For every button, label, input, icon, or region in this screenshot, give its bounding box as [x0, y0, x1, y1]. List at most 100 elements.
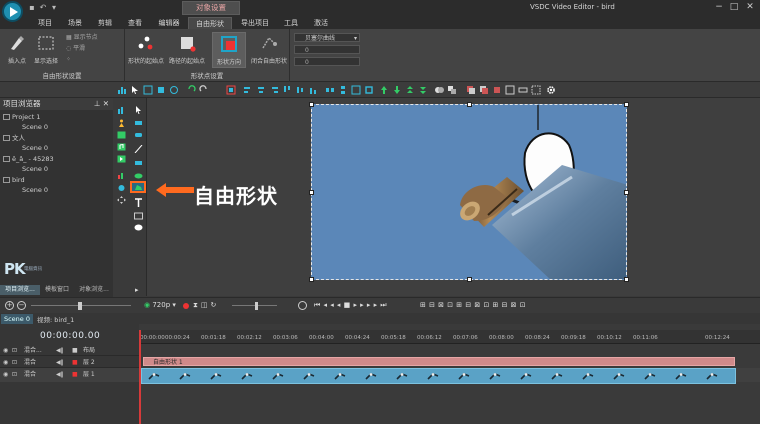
tree-item-scene[interactable]: Scene 0	[22, 123, 48, 131]
align-center-icon[interactable]	[256, 85, 266, 95]
close-free-shape-button[interactable]: 闭合自由形状	[251, 32, 287, 68]
resize-handle-tl[interactable]	[309, 102, 314, 107]
edit-controls[interactable]: ⊞⊟⊠⊡⊞⊟⊠⊡⊞⊟⊠⊡	[420, 301, 529, 309]
resize-handle-bl[interactable]	[309, 277, 314, 282]
tree-item-scene[interactable]: Scene 0	[22, 144, 48, 152]
shape-direction-button[interactable]: 形状方向	[212, 32, 246, 68]
undo-icon[interactable]: ↶	[38, 3, 48, 12]
menu-clip[interactable]: 剪辑	[94, 17, 116, 29]
tab-project-explorer[interactable]: 项目浏览...	[0, 285, 40, 295]
stretch-icon[interactable]	[518, 85, 528, 95]
video-clip-bird[interactable]	[141, 368, 736, 384]
line-tool-icon[interactable]	[134, 145, 143, 153]
timeline-ruler[interactable]: 00:00:00 00:00:24 00:01:18 00:02:12 00:0…	[139, 330, 760, 344]
layer-icon[interactable]	[466, 85, 476, 95]
settings-gear-icon[interactable]	[546, 85, 556, 95]
track-blend[interactable]: 混合	[24, 368, 36, 382]
resize-handle-t[interactable]	[467, 102, 472, 107]
resize-handle-tr[interactable]	[624, 102, 629, 107]
group-icon[interactable]	[434, 85, 444, 95]
record-icon[interactable]	[183, 303, 189, 309]
save-icon[interactable]: ▪	[27, 3, 37, 12]
undo-arrow-icon[interactable]	[186, 85, 196, 95]
zoom-out-icon[interactable]: −	[17, 301, 26, 310]
arrow-up-icon[interactable]	[379, 85, 389, 95]
align-bottom-icon[interactable]	[308, 85, 318, 95]
fit-icon[interactable]	[505, 85, 515, 95]
resize-handle-b[interactable]	[467, 277, 472, 282]
show-selection-button[interactable]: 显示选择	[32, 32, 60, 68]
circle-icon[interactable]	[169, 85, 179, 95]
maximize-icon[interactable]: □	[727, 2, 741, 13]
arrow-top-icon[interactable]	[405, 85, 415, 95]
video-tool-icon[interactable]	[117, 155, 126, 163]
insert-point-button[interactable]: 插入点	[3, 32, 31, 68]
tab-template-window[interactable]: 模板窗口	[41, 285, 73, 295]
shape-start-point-button[interactable]: 形状的起始点	[128, 32, 164, 68]
distribute-v-icon[interactable]	[338, 85, 348, 95]
rounded-rect-tool-icon[interactable]	[134, 131, 143, 139]
align-right-icon[interactable]	[269, 85, 279, 95]
subtitle-tool-icon[interactable]	[134, 212, 143, 220]
menu-export[interactable]: 导出项目	[238, 17, 272, 29]
free-shape-tool[interactable]	[130, 181, 146, 193]
levels-tool-icon[interactable]	[117, 171, 126, 179]
resolution-select[interactable]: ◉ 720p ▾	[144, 301, 176, 309]
show-nodes-option[interactable]: ▦ 显示节点	[66, 33, 98, 42]
clip-name-tab[interactable]: 视频: bird_1	[37, 314, 74, 324]
image-tool-icon[interactable]	[117, 131, 126, 139]
minimize-icon[interactable]: −	[712, 2, 726, 13]
dropdown-icon[interactable]: ▾	[49, 3, 59, 12]
align-middle-icon[interactable]	[295, 85, 305, 95]
visibility-icon[interactable]: ◉	[3, 368, 8, 382]
menu-scene[interactable]: 场景	[64, 17, 86, 29]
arrow-down-icon[interactable]	[392, 85, 402, 95]
zoom-slider-thumb[interactable]	[78, 302, 82, 310]
resize-handle-br[interactable]	[624, 277, 629, 282]
frame-icon[interactable]	[351, 85, 361, 95]
expand-arrow-icon[interactable]: ▸	[135, 286, 139, 294]
menu-project[interactable]: 项目	[34, 17, 56, 29]
audio-tool-icon[interactable]	[117, 143, 126, 151]
smooth-option[interactable]: ◌ 平滑	[66, 44, 85, 53]
align-left-icon[interactable]	[243, 85, 253, 95]
ungroup-icon[interactable]	[447, 85, 457, 95]
menu-tools[interactable]: 工具	[280, 17, 302, 29]
pointer-tool-icon[interactable]	[134, 106, 143, 114]
distribute-icon[interactable]	[325, 85, 335, 95]
zoom-in-icon[interactable]: +	[5, 301, 14, 310]
playhead[interactable]	[139, 330, 141, 424]
crop-icon[interactable]	[143, 85, 153, 95]
resize-handle-r[interactable]	[624, 190, 629, 195]
rect-tool-icon[interactable]	[134, 119, 143, 127]
move-tool-icon[interactable]	[117, 196, 126, 204]
tree-item-scene[interactable]: Scene 0	[22, 186, 48, 194]
curve-type-select[interactable]: 贝塞尔曲线 ▾	[294, 33, 360, 42]
speech-tool-icon[interactable]	[134, 224, 143, 232]
layer-fwd-icon[interactable]	[492, 85, 502, 95]
layer-back-icon[interactable]	[479, 85, 489, 95]
path-start-point-button[interactable]: 路径的起始点	[167, 32, 207, 68]
playback-controls-left[interactable]: ⧗◫↻	[193, 301, 219, 310]
tree-item-scene[interactable]: Scene 0	[22, 165, 48, 173]
grid-icon[interactable]	[226, 85, 236, 95]
free-shape-clip[interactable]: 自由形状 1	[143, 357, 735, 366]
chart-tool-icon[interactable]	[117, 106, 126, 114]
menu-editor[interactable]: 编辑器	[154, 17, 184, 29]
scene-tab[interactable]: Scene 0	[1, 314, 33, 324]
redo-arrow-icon[interactable]	[199, 85, 209, 95]
menu-view[interactable]: 查看	[124, 17, 146, 29]
arrow-bottom-icon[interactable]	[418, 85, 428, 95]
menu-activate[interactable]: 激活	[310, 17, 332, 29]
value-field-1[interactable]: 0	[294, 45, 360, 54]
clock-icon[interactable]	[298, 301, 307, 310]
tree-item-project[interactable]: Project 1	[3, 113, 40, 121]
text-tool-icon[interactable]	[134, 198, 143, 208]
resize-handle-l[interactable]	[309, 190, 314, 195]
transport-controls[interactable]: ⏮◂◂◂■▸▸▸▸⏭	[314, 301, 390, 310]
menu-free-shape[interactable]: 自由形状	[188, 17, 232, 29]
value-field-2[interactable]: 0	[294, 57, 360, 66]
align-top-icon[interactable]	[282, 85, 292, 95]
close-icon[interactable]: ✕	[743, 2, 757, 13]
audio-icon[interactable]: ◀ǁ	[56, 368, 64, 382]
